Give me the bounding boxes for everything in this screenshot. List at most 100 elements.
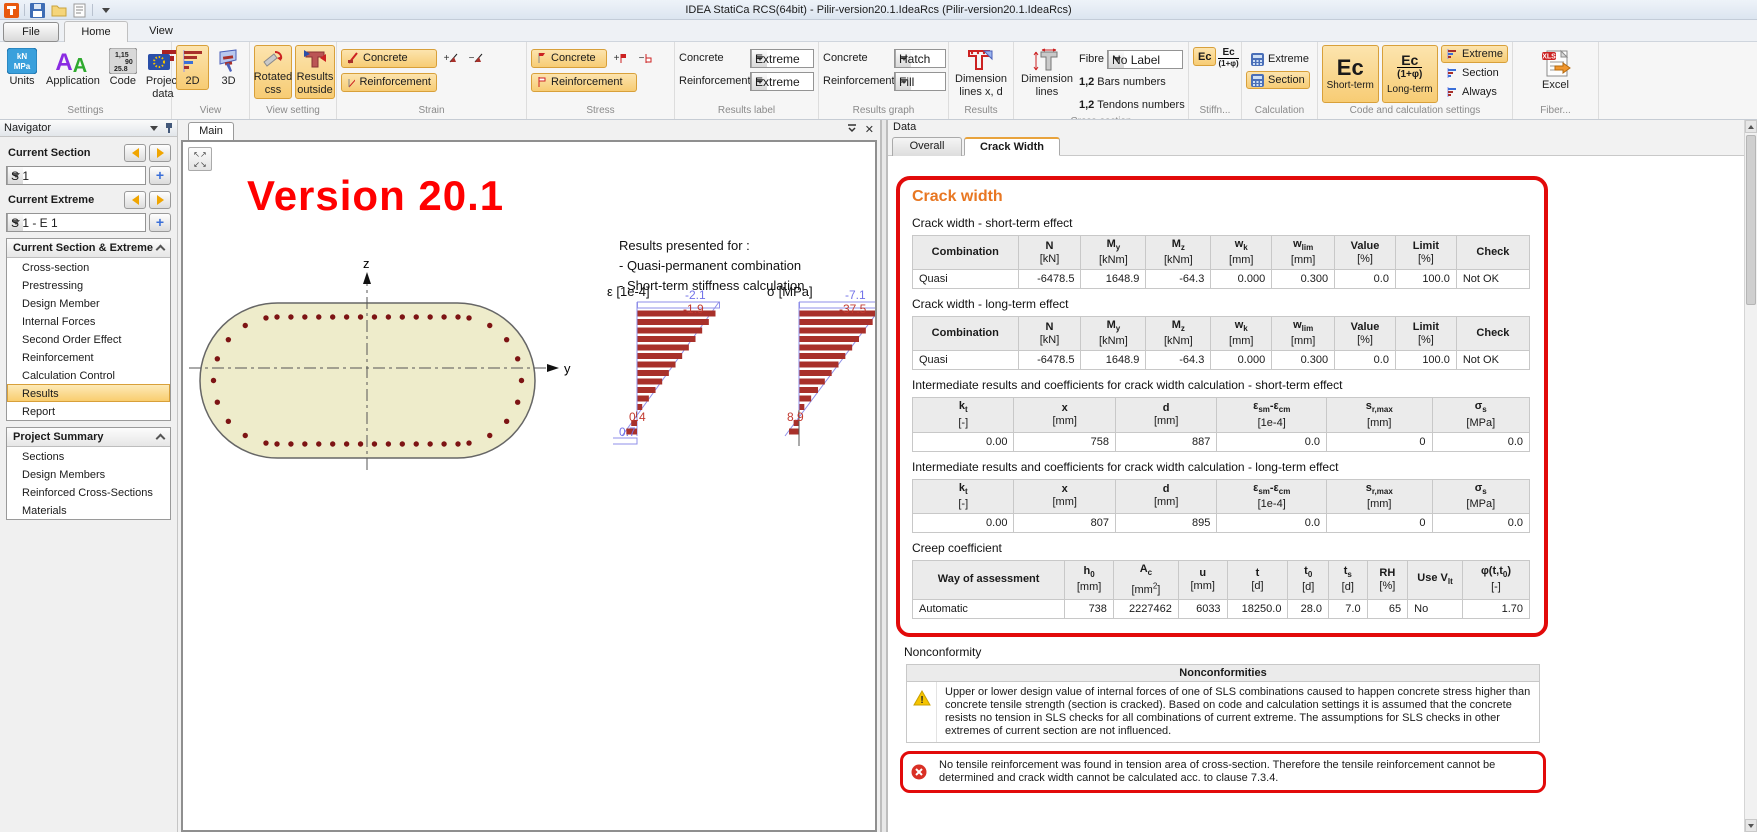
code-section-button[interactable]: Section bbox=[1441, 64, 1508, 82]
code-always-button[interactable]: Always bbox=[1441, 83, 1508, 101]
sidebar-item-report[interactable]: Report bbox=[7, 402, 170, 420]
scroll-down-icon[interactable] bbox=[1745, 819, 1757, 832]
scroll-up-icon[interactable] bbox=[1745, 120, 1757, 133]
current-extreme-select[interactable]: S 1 - E 1 bbox=[6, 213, 146, 232]
sidebar-item-design-member[interactable]: Design Member bbox=[7, 294, 170, 312]
next-section-button[interactable] bbox=[149, 144, 171, 162]
ribbon-group-results-label: Concrete Extreme Reinforcement Extreme R… bbox=[675, 42, 819, 119]
column-header: φ(t,t0)[-] bbox=[1462, 560, 1529, 599]
fibre-label: Fibre bbox=[1079, 53, 1104, 65]
table-cell: 0.0 bbox=[1432, 513, 1529, 532]
sidebar-item-sections[interactable]: Sections bbox=[7, 447, 170, 465]
close-icon[interactable]: ✕ bbox=[865, 124, 874, 136]
data-scrollbar[interactable] bbox=[1744, 120, 1757, 832]
table-cell: 887 bbox=[1115, 432, 1216, 451]
dimension-lines-xd-button[interactable]: Dimension lines x, d bbox=[952, 45, 1010, 101]
table-cell: 1648.9 bbox=[1081, 351, 1146, 370]
current-section-select[interactable]: S 1 bbox=[6, 166, 146, 185]
short-term-button[interactable]: Ec Short-term bbox=[1322, 45, 1379, 103]
results-graph-reinforcement-select[interactable]: Fill bbox=[894, 72, 946, 91]
collapse-panel-icon[interactable] bbox=[847, 123, 857, 136]
prev-extreme-button[interactable] bbox=[124, 191, 146, 209]
column-header: wk[mm] bbox=[1211, 236, 1272, 270]
sidebar-item-materials[interactable]: Materials bbox=[7, 501, 170, 519]
new-document-icon[interactable] bbox=[71, 2, 88, 18]
stiffness-ec-button[interactable]: Ec bbox=[1193, 47, 1216, 66]
results-graph-concrete-select[interactable]: Hatch bbox=[894, 49, 946, 68]
strain-reinforcement-button[interactable]: Reinforcement bbox=[341, 73, 437, 92]
tab-home[interactable]: Home bbox=[64, 21, 128, 43]
nonconformities-table: Nonconformities ! Upper or lower design … bbox=[906, 664, 1540, 743]
panel-splitter[interactable] bbox=[880, 120, 888, 832]
project-summary-header[interactable]: Project Summary bbox=[7, 428, 170, 447]
sidebar-item-prestressing[interactable]: Prestressing bbox=[7, 276, 170, 294]
svg-text:A: A bbox=[56, 49, 73, 74]
fit-view-button[interactable]: ↖↗↙↘ bbox=[188, 147, 212, 171]
sidebar-item-calculation-control[interactable]: Calculation Control bbox=[7, 366, 170, 384]
open-folder-icon[interactable] bbox=[50, 2, 67, 18]
sidebar-item-reinforcement[interactable]: Reinforcement bbox=[7, 348, 170, 366]
svg-text:90: 90 bbox=[125, 59, 133, 66]
dimension-lines-icon bbox=[1033, 48, 1061, 72]
tab-overall[interactable]: Overall bbox=[892, 137, 962, 156]
dimension-lines-button[interactable]: Dimension lines bbox=[1018, 45, 1076, 101]
sidebar-item-second-order-effect[interactable]: Second Order Effect bbox=[7, 330, 170, 348]
excel-export-button[interactable]: XLS Excel bbox=[1538, 45, 1574, 94]
calculation-extreme-button[interactable]: Extreme bbox=[1246, 50, 1314, 68]
sidebar-item-design-members[interactable]: Design Members bbox=[7, 465, 170, 483]
results-label-concrete-select[interactable]: Extreme bbox=[750, 49, 814, 68]
sidebar-item-reinforced-cross-sections[interactable]: Reinforced Cross-Sections bbox=[7, 483, 170, 501]
strain-minus-icon[interactable]: − bbox=[465, 49, 487, 68]
next-extreme-button[interactable] bbox=[149, 191, 171, 209]
sidebar-item-internal-forces[interactable]: Internal Forces bbox=[7, 312, 170, 330]
stiffness-ec-phi-button[interactable]: Ec(1+φ) bbox=[1218, 48, 1238, 69]
application-button[interactable]: AA Application bbox=[43, 45, 103, 90]
results-label-reinforcement-select[interactable]: Extreme bbox=[750, 72, 814, 91]
rotated-css-button[interactable]: Rotated css bbox=[254, 45, 292, 99]
table-row: Automatic7382227462603318250.028.07.065N… bbox=[913, 599, 1530, 618]
ribbon-group-view-setting: Rotated css Results outside View setting bbox=[250, 42, 337, 119]
strain-plus-icon[interactable]: + bbox=[440, 49, 462, 68]
column-header: Way of assessment bbox=[913, 560, 1065, 599]
results-outside-button[interactable]: Results outside bbox=[295, 45, 335, 99]
view-2d-button[interactable]: 2D bbox=[176, 45, 209, 90]
scrollbar-thumb[interactable] bbox=[1746, 135, 1756, 305]
tab-crack-width[interactable]: Crack Width bbox=[964, 137, 1060, 156]
strain-diagram-label: ε [1e-4] bbox=[607, 284, 650, 299]
code-button[interactable]: 1,159025.8 Code bbox=[106, 45, 140, 90]
customize-toolbar-icon[interactable] bbox=[97, 2, 114, 18]
code-extreme-button[interactable]: Extreme bbox=[1441, 45, 1508, 63]
stress-concrete-button[interactable]: Concrete bbox=[531, 49, 607, 68]
stress-reinforcement-button[interactable]: Reinforcement bbox=[531, 73, 637, 92]
pin-icon[interactable] bbox=[165, 123, 173, 133]
app-logo-icon bbox=[3, 2, 20, 18]
tab-file[interactable]: File bbox=[3, 22, 59, 42]
drawing-canvas[interactable]: ↖↗↙↘ Version 20.1 Results presented for … bbox=[181, 140, 877, 832]
calculation-section-button[interactable]: Section bbox=[1246, 71, 1310, 89]
long-term-button[interactable]: Ec(1+φ) Long-term bbox=[1382, 45, 1439, 103]
prev-section-button[interactable] bbox=[124, 144, 146, 162]
tab-view[interactable]: View bbox=[132, 22, 190, 42]
section-title-nonconformity: Nonconformity bbox=[904, 645, 1548, 659]
column-header: Use Vlt bbox=[1408, 560, 1463, 599]
stress-minus-icon[interactable]: − bbox=[635, 49, 657, 68]
tab-main[interactable]: Main bbox=[188, 122, 234, 140]
view-3d-button[interactable]: 3D bbox=[212, 45, 245, 90]
main-tab-bar: Main ✕ bbox=[178, 120, 880, 140]
sidebar-item-cross-section[interactable]: Cross-section bbox=[7, 258, 170, 276]
section-extreme-header[interactable]: Current Section & Extreme bbox=[7, 239, 170, 258]
ribbon-group-results: Dimension lines x, d Results bbox=[949, 42, 1014, 119]
divider bbox=[24, 4, 25, 16]
sidebar-item-results[interactable]: Results bbox=[7, 384, 170, 402]
stress-plus-icon[interactable]: + bbox=[610, 49, 632, 68]
add-extreme-button[interactable]: + bbox=[149, 213, 171, 232]
tendons-numbers-toggle[interactable]: 1,2Tendons numbers bbox=[1079, 95, 1185, 115]
save-icon[interactable] bbox=[29, 2, 46, 18]
table-cell: -6478.5 bbox=[1018, 351, 1081, 370]
strain-concrete-button[interactable]: Concrete bbox=[341, 49, 437, 68]
navigator-menu-icon[interactable] bbox=[150, 126, 158, 131]
fibre-select[interactable]: No Label bbox=[1107, 50, 1183, 69]
units-button[interactable]: kNMPa Units bbox=[4, 45, 40, 90]
add-section-button[interactable]: + bbox=[149, 166, 171, 185]
bars-numbers-toggle[interactable]: 1,2Bars numbers bbox=[1079, 72, 1185, 92]
